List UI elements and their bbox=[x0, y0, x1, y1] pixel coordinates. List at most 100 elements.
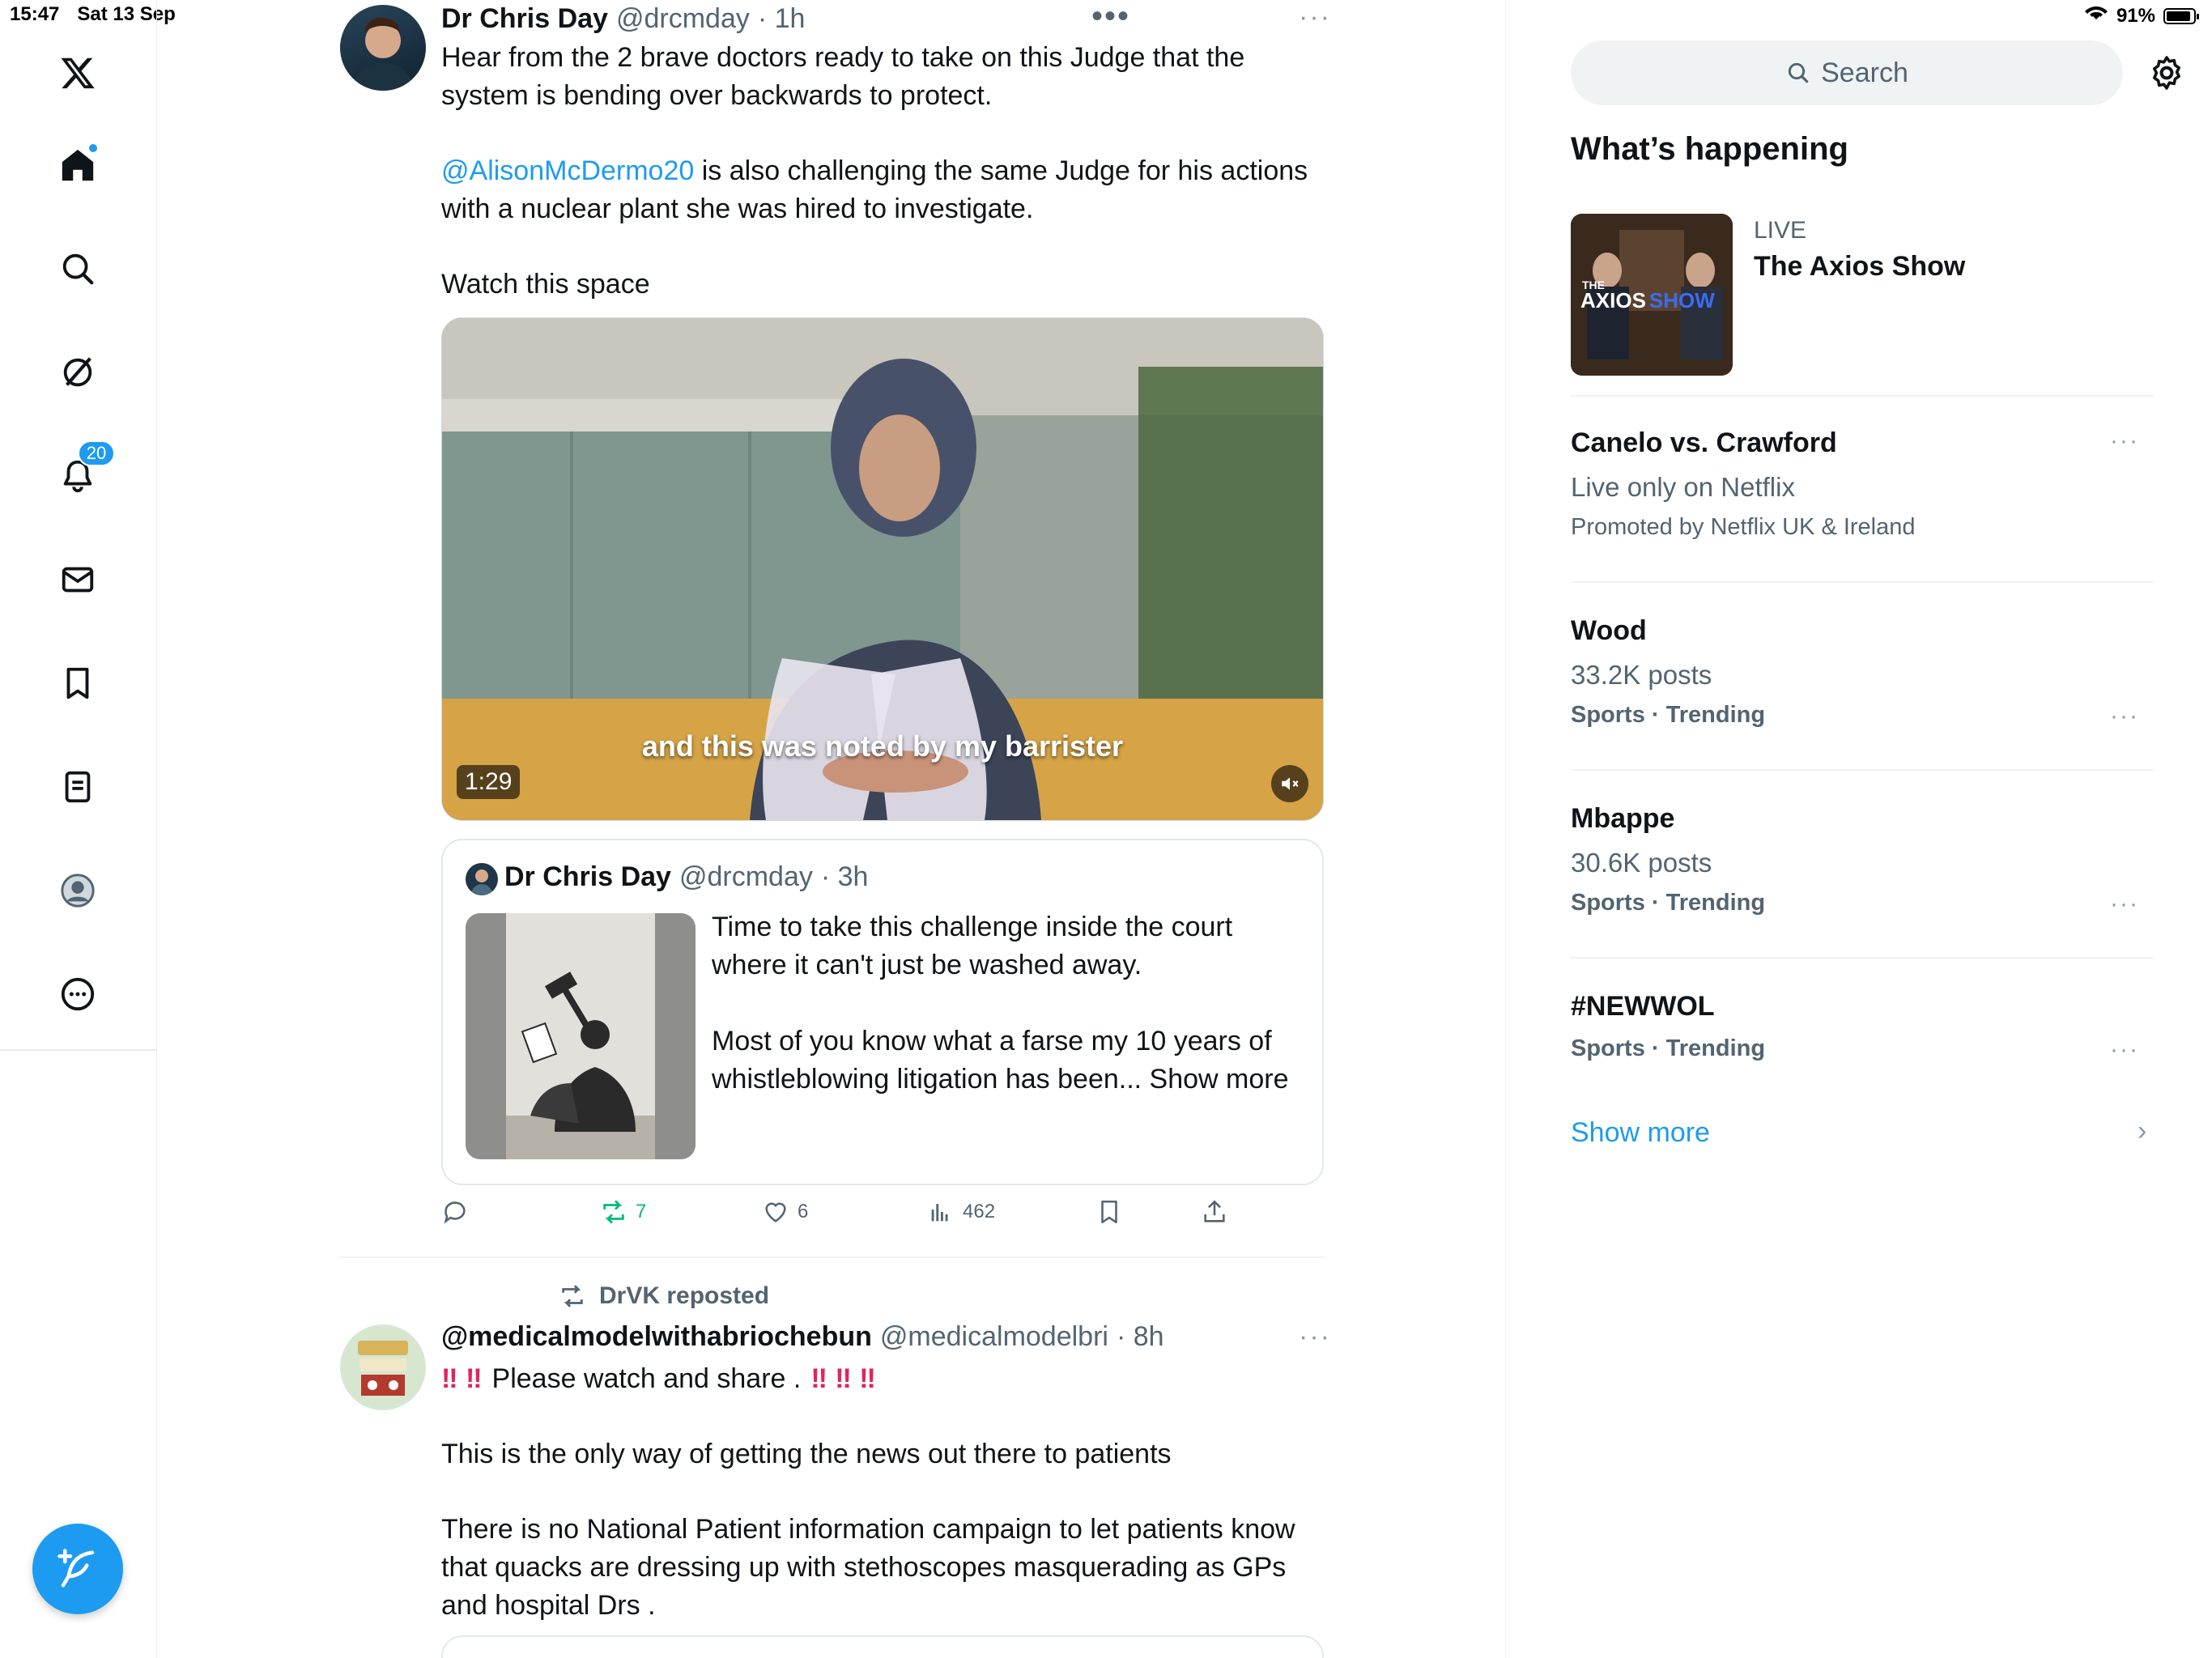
trend-more-icon[interactable]: ··· bbox=[2110, 1036, 2139, 1064]
trend-divider bbox=[1571, 769, 2154, 771]
post2-author-name[interactable]: @medicalmodelwithabriochebun bbox=[441, 1321, 872, 1353]
trend-subtitle: 30.6K posts bbox=[1571, 848, 1712, 878]
search-placeholder: Search bbox=[1821, 57, 1908, 88]
trend-item-mbappe[interactable]: Mbappe 30.6K posts Sports · Trending ··· bbox=[1571, 803, 2154, 918]
trend-item-wood[interactable]: Wood 33.2K posts Sports · Trending ··· bbox=[1571, 615, 2154, 729]
trend-more-icon[interactable]: ··· bbox=[2110, 703, 2139, 730]
lists-icon[interactable] bbox=[53, 763, 102, 811]
right-sidebar: Search What’s happening THE AXIOS SHOW L… bbox=[1571, 0, 2212, 1658]
trend-meta: Promoted by Netflix UK & Ireland bbox=[1571, 514, 1916, 540]
like-button[interactable]: 6 bbox=[762, 1198, 808, 1226]
video-caption: and this was noted by my barrister bbox=[641, 729, 1124, 763]
axios-show-thumbnail[interactable]: THE AXIOS SHOW bbox=[1571, 214, 1733, 376]
trend-item-newwol[interactable]: #NEWWOL Sports · Trending ··· bbox=[1571, 991, 2154, 1064]
grok-icon[interactable] bbox=[53, 348, 102, 397]
like-count: 6 bbox=[798, 1201, 809, 1222]
post-author-avatar[interactable] bbox=[340, 5, 426, 91]
post2-line1: ‼ ‼ Please watch and share . ‼ ‼ ‼ bbox=[441, 1360, 876, 1398]
quoted-post-image[interactable] bbox=[466, 913, 696, 1159]
trend-more-icon[interactable]: ··· bbox=[2110, 427, 2139, 455]
reply-button[interactable] bbox=[441, 1198, 477, 1226]
view-count: 462 bbox=[963, 1201, 996, 1222]
trend-item-canelo[interactable]: Canelo vs. Crawford Live only on Netflix… bbox=[1571, 427, 2154, 541]
post-more-icon[interactable]: ··· bbox=[1299, 2, 1331, 33]
post-time[interactable]: · 1h bbox=[758, 3, 806, 35]
heart-icon bbox=[765, 1202, 786, 1222]
feather-plus-icon bbox=[57, 1549, 95, 1588]
drag-handle-icon[interactable]: ••• bbox=[1091, 0, 1130, 35]
quoted-post-header: Dr Chris Day @drcmday · 3h bbox=[504, 861, 868, 893]
repost-small-icon bbox=[562, 1285, 583, 1307]
x-logo-icon[interactable] bbox=[53, 49, 102, 97]
notifications-bell-icon[interactable]: 20 bbox=[53, 440, 115, 500]
live-label: LIVE bbox=[1754, 217, 1807, 244]
post2-embed-card[interactable] bbox=[441, 1635, 1324, 1658]
trend-title: Canelo vs. Crawford bbox=[1571, 427, 1837, 458]
trend-subtitle: 33.2K posts bbox=[1571, 660, 1712, 690]
post2-more-icon[interactable]: ··· bbox=[1299, 1321, 1331, 1353]
more-options-icon[interactable] bbox=[53, 970, 102, 1018]
sidebar-divider bbox=[0, 1049, 157, 1051]
chevron-right-icon[interactable]: › bbox=[2138, 1116, 2146, 1147]
mute-icon[interactable] bbox=[1271, 765, 1308, 802]
post2-header: @medicalmodelwithabriochebun @medicalmod… bbox=[441, 1321, 1164, 1353]
thumb-axios-text: AXIOS bbox=[1580, 288, 1646, 312]
home-icon[interactable] bbox=[53, 141, 102, 189]
post2-author-avatar[interactable] bbox=[340, 1324, 426, 1410]
quoted-author-avatar bbox=[466, 863, 498, 895]
bookmark-button[interactable] bbox=[1095, 1198, 1123, 1226]
bookmark-icon bbox=[1101, 1200, 1117, 1224]
quoted-author-handle: @drcmday bbox=[678, 861, 813, 892]
post2-line2: This is the only way of getting the news… bbox=[441, 1439, 1172, 1469]
post-author-handle[interactable]: @drcmday bbox=[616, 3, 750, 35]
share-icon bbox=[1204, 1200, 1225, 1222]
post-text: Hear from the 2 brave doctors ready to t… bbox=[441, 39, 1429, 115]
sidebar-nav: 20 bbox=[0, 0, 157, 1658]
views-button[interactable]: 462 bbox=[927, 1198, 995, 1226]
settings-gear-icon[interactable] bbox=[2147, 53, 2186, 92]
post-actions: 7 6 462 bbox=[441, 1198, 1397, 1239]
post2-author-handle[interactable]: @medicalmodelbri bbox=[880, 1321, 1108, 1353]
bookmarks-icon[interactable] bbox=[53, 659, 102, 708]
show-more-link[interactable]: Show more bbox=[1571, 1117, 1710, 1149]
post-text-part: Hear from the 2 brave doctors ready to t… bbox=[441, 42, 1245, 111]
trend-title: Mbappe bbox=[1571, 803, 1675, 834]
post2-line3: There is no National Patient information… bbox=[441, 1514, 1295, 1621]
post2-time[interactable]: · 8h bbox=[1117, 1321, 1164, 1353]
reply-icon bbox=[444, 1201, 466, 1224]
share-button[interactable] bbox=[1201, 1198, 1228, 1226]
banksy-mural-illustration bbox=[466, 913, 696, 1159]
notifications-badge: 20 bbox=[78, 440, 115, 466]
trend-subtitle: Live only on Netflix bbox=[1571, 472, 1795, 502]
repost-button[interactable]: 7 bbox=[600, 1198, 646, 1226]
post-author-name[interactable]: Dr Chris Day bbox=[441, 3, 608, 35]
repost-count: 7 bbox=[636, 1201, 647, 1222]
compose-post-button[interactable] bbox=[32, 1524, 123, 1614]
quoted-post[interactable]: Dr Chris Day @drcmday · 3h Time to take … bbox=[441, 839, 1324, 1185]
trend-more-icon[interactable]: ··· bbox=[2110, 891, 2139, 918]
mention-link[interactable]: @AlisonMcDermo20 bbox=[441, 155, 694, 186]
thumb-title: AXIOS SHOW bbox=[1580, 288, 1715, 313]
messages-envelope-icon[interactable] bbox=[53, 555, 102, 604]
profile-avatar-icon[interactable] bbox=[53, 866, 102, 915]
post-video[interactable]: and this was noted by my barrister 1:29 bbox=[441, 317, 1324, 821]
repost-context: DrVK reposted bbox=[559, 1282, 769, 1310]
quoted-show-more-link[interactable]: Show more bbox=[1142, 1064, 1289, 1095]
repost-context-label[interactable]: DrVK reposted bbox=[599, 1282, 769, 1310]
live-title[interactable]: The Axios Show bbox=[1754, 251, 1965, 283]
trend-title: #NEWWOL bbox=[1571, 991, 1715, 1022]
trend-meta: Sports · Trending bbox=[1571, 1035, 1766, 1061]
post-separator bbox=[340, 1256, 1324, 1258]
quoted-post-time: · 3h bbox=[820, 861, 869, 892]
video-duration: 1:29 bbox=[457, 765, 521, 799]
explore-search-icon[interactable] bbox=[53, 244, 102, 293]
post-text-closing: Watch this space bbox=[441, 269, 650, 300]
repost-icon bbox=[603, 1200, 624, 1224]
unread-dot bbox=[87, 142, 99, 154]
double-exclamation-icon: ‼ ‼ bbox=[441, 1363, 483, 1394]
trend-title: Wood bbox=[1571, 615, 1647, 646]
quoted-author-name: Dr Chris Day bbox=[504, 861, 671, 892]
double-exclamation-icon: ‼ ‼ ‼ bbox=[810, 1363, 876, 1394]
search-box[interactable]: Search bbox=[1571, 40, 2123, 105]
search-icon bbox=[1788, 62, 1809, 83]
